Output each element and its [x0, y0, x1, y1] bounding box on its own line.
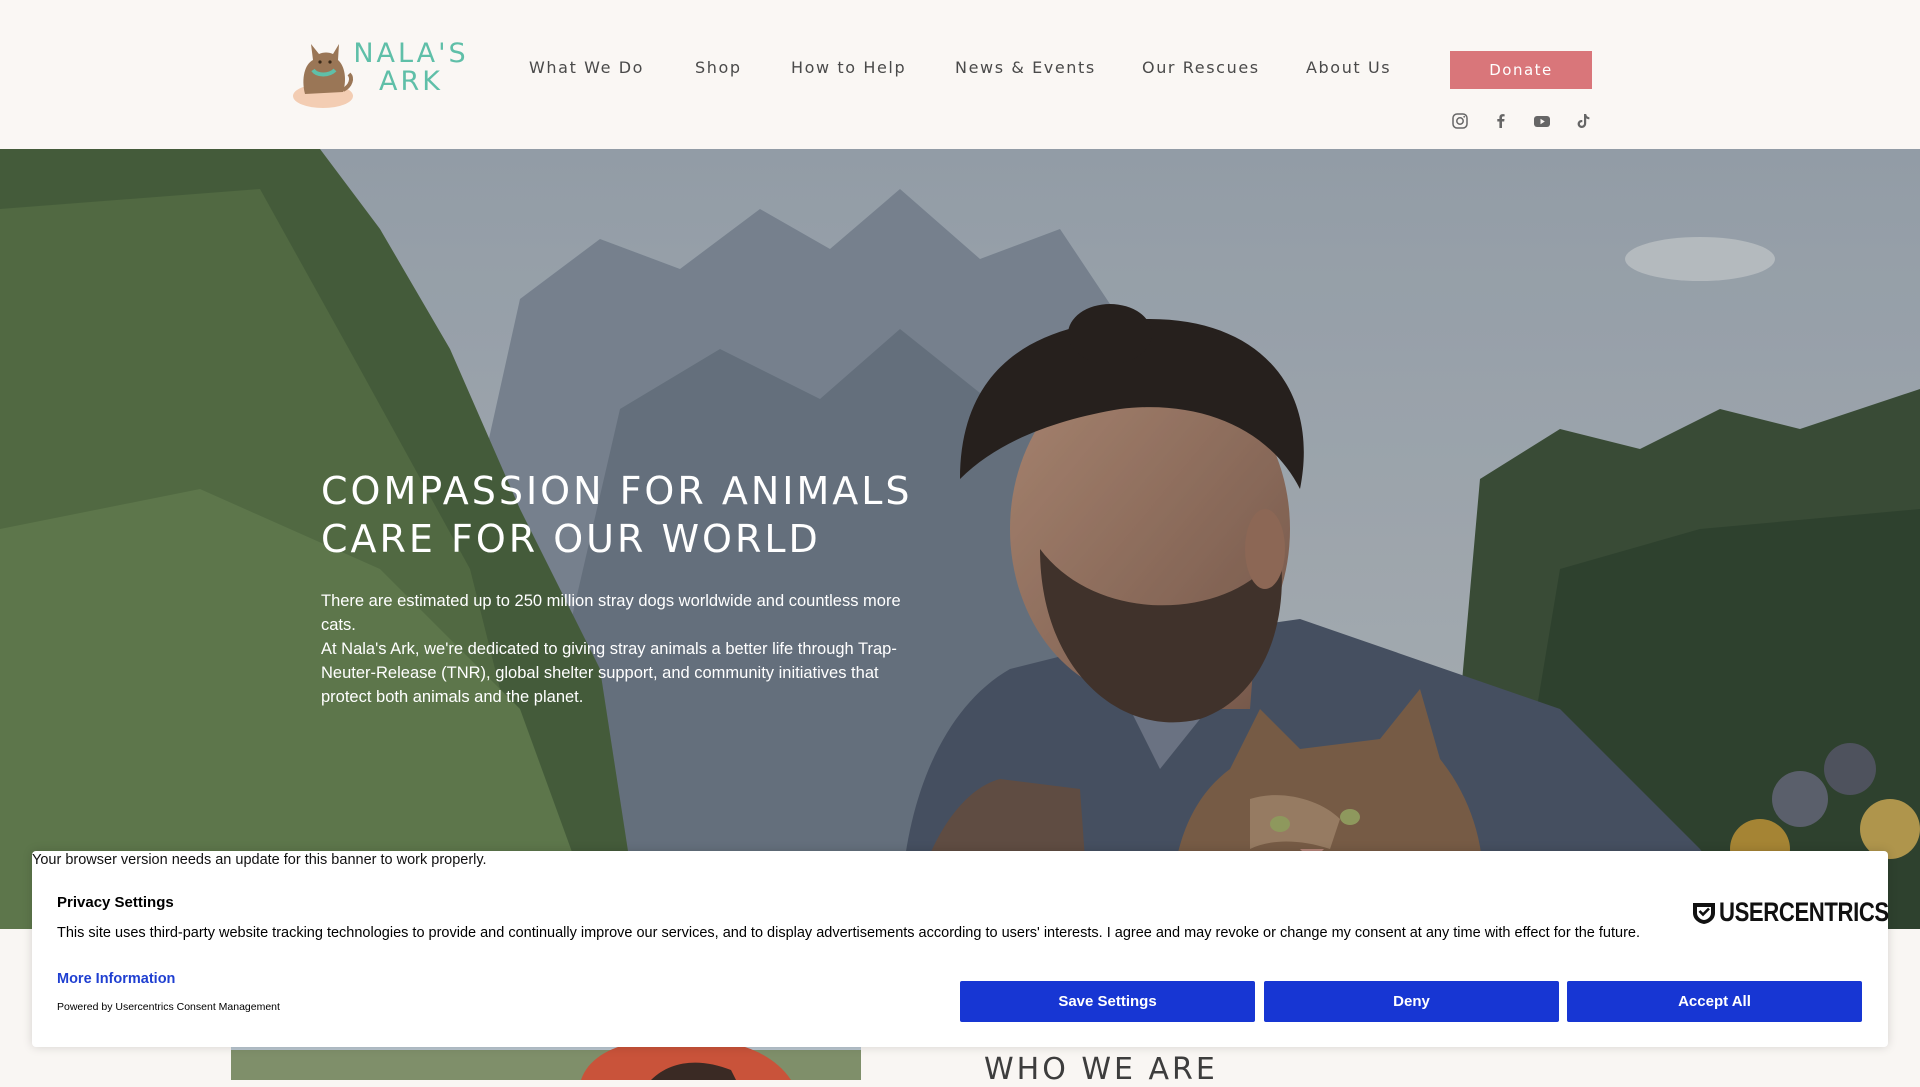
- hero-paragraph-2: At Nala's Ark, we're dedicated to giving…: [321, 640, 897, 706]
- hero-section: COMPASSION FOR ANIMALS CARE FOR OUR WORL…: [0, 149, 1920, 929]
- nav-about-us[interactable]: About Us: [1306, 58, 1391, 77]
- powered-by-text: Powered by Usercentrics Consent Manageme…: [57, 1001, 280, 1013]
- youtube-icon[interactable]: [1532, 111, 1552, 131]
- logo-text: NALA'S ARK: [353, 40, 469, 96]
- consent-banner: Privacy Settings This site uses third-pa…: [32, 851, 1889, 1047]
- tiktok-icon[interactable]: [1573, 111, 1593, 131]
- browser-update-warning: Your browser version needs an update for…: [32, 852, 487, 868]
- donate-button[interactable]: Donate: [1450, 51, 1592, 89]
- deny-button[interactable]: Deny: [1264, 981, 1559, 1022]
- accept-all-button[interactable]: Accept All: [1567, 981, 1862, 1022]
- nav-what-we-do[interactable]: What We Do: [529, 58, 644, 77]
- consent-description: This site uses third-party website track…: [57, 925, 1640, 941]
- consent-title: Privacy Settings: [57, 894, 174, 911]
- usercentrics-logo: USERCENTRICS: [1691, 897, 1920, 928]
- hero-title: COMPASSION FOR ANIMALS CARE FOR OUR WORL…: [321, 467, 1041, 563]
- hero-title-line-2: CARE FOR OUR WORLD: [321, 517, 821, 561]
- logo-line-1: NALA'S: [353, 38, 469, 69]
- hero-title-line-1: COMPASSION FOR ANIMALS: [321, 469, 913, 513]
- usercentrics-shield-icon: [1693, 902, 1715, 924]
- nav-news-events[interactable]: News & Events: [955, 58, 1096, 77]
- facebook-icon[interactable]: [1491, 111, 1511, 131]
- hero-text: There are estimated up to 250 million st…: [321, 589, 911, 709]
- site-header: NALA'S ARK What We Do Shop How to Help N…: [0, 0, 1920, 149]
- nav-our-rescues[interactable]: Our Rescues: [1142, 58, 1260, 77]
- instagram-icon[interactable]: [1450, 111, 1470, 131]
- cat-logo-icon: [293, 44, 353, 108]
- logo-line-2: ARK: [379, 66, 443, 97]
- save-settings-button[interactable]: Save Settings: [960, 981, 1255, 1022]
- usercentrics-wordmark: USERCENTRICS: [1719, 897, 1889, 927]
- nav-shop[interactable]: Shop: [695, 58, 742, 77]
- who-we-are-title: WHO WE ARE: [984, 1052, 1218, 1087]
- hero-paragraph-1: There are estimated up to 250 million st…: [321, 592, 901, 634]
- more-information-link[interactable]: More Information: [57, 971, 175, 987]
- nav-how-to-help[interactable]: How to Help: [791, 58, 906, 77]
- site-logo[interactable]: NALA'S ARK: [291, 28, 471, 110]
